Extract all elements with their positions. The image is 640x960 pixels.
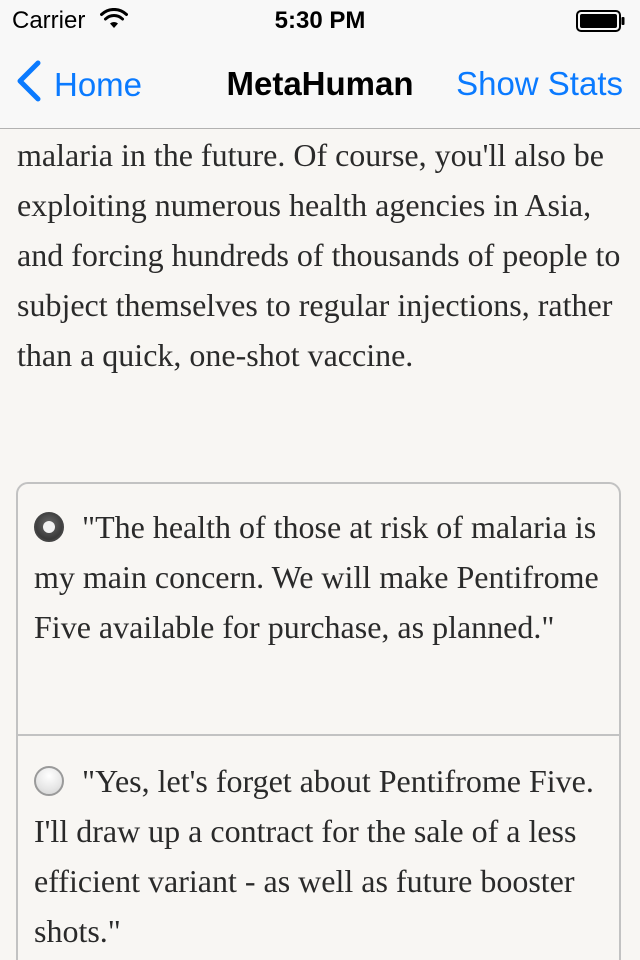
battery-full-icon (576, 10, 626, 32)
choice-text: "The health of those at risk of malaria … (34, 509, 599, 645)
radio-empty-icon[interactable] (34, 766, 64, 796)
choice-text: "Yes, let's forget about Pentifrome Five… (34, 763, 594, 949)
back-button[interactable]: Home (14, 60, 143, 110)
show-stats-button[interactable]: Show Stats (456, 65, 623, 103)
chevron-left-icon (14, 60, 54, 110)
choice-option-2[interactable]: "Yes, let's forget about Pentifrome Five… (18, 734, 619, 960)
status-bar: Carrier 5:30 PM (0, 0, 640, 40)
page-title: MetaHuman (226, 65, 414, 102)
choice-option-1[interactable]: "The health of those at risk of malaria … (18, 484, 619, 734)
status-time: 5:30 PM (274, 7, 366, 34)
story-text: malaria in the future. Of course, you'll… (17, 137, 621, 373)
back-label: Home (54, 66, 143, 103)
navigation-bar: Home MetaHuman Show Stats (0, 40, 640, 129)
radio-selected-icon[interactable] (34, 512, 64, 542)
choice-list: "The health of those at risk of malaria … (16, 482, 621, 960)
